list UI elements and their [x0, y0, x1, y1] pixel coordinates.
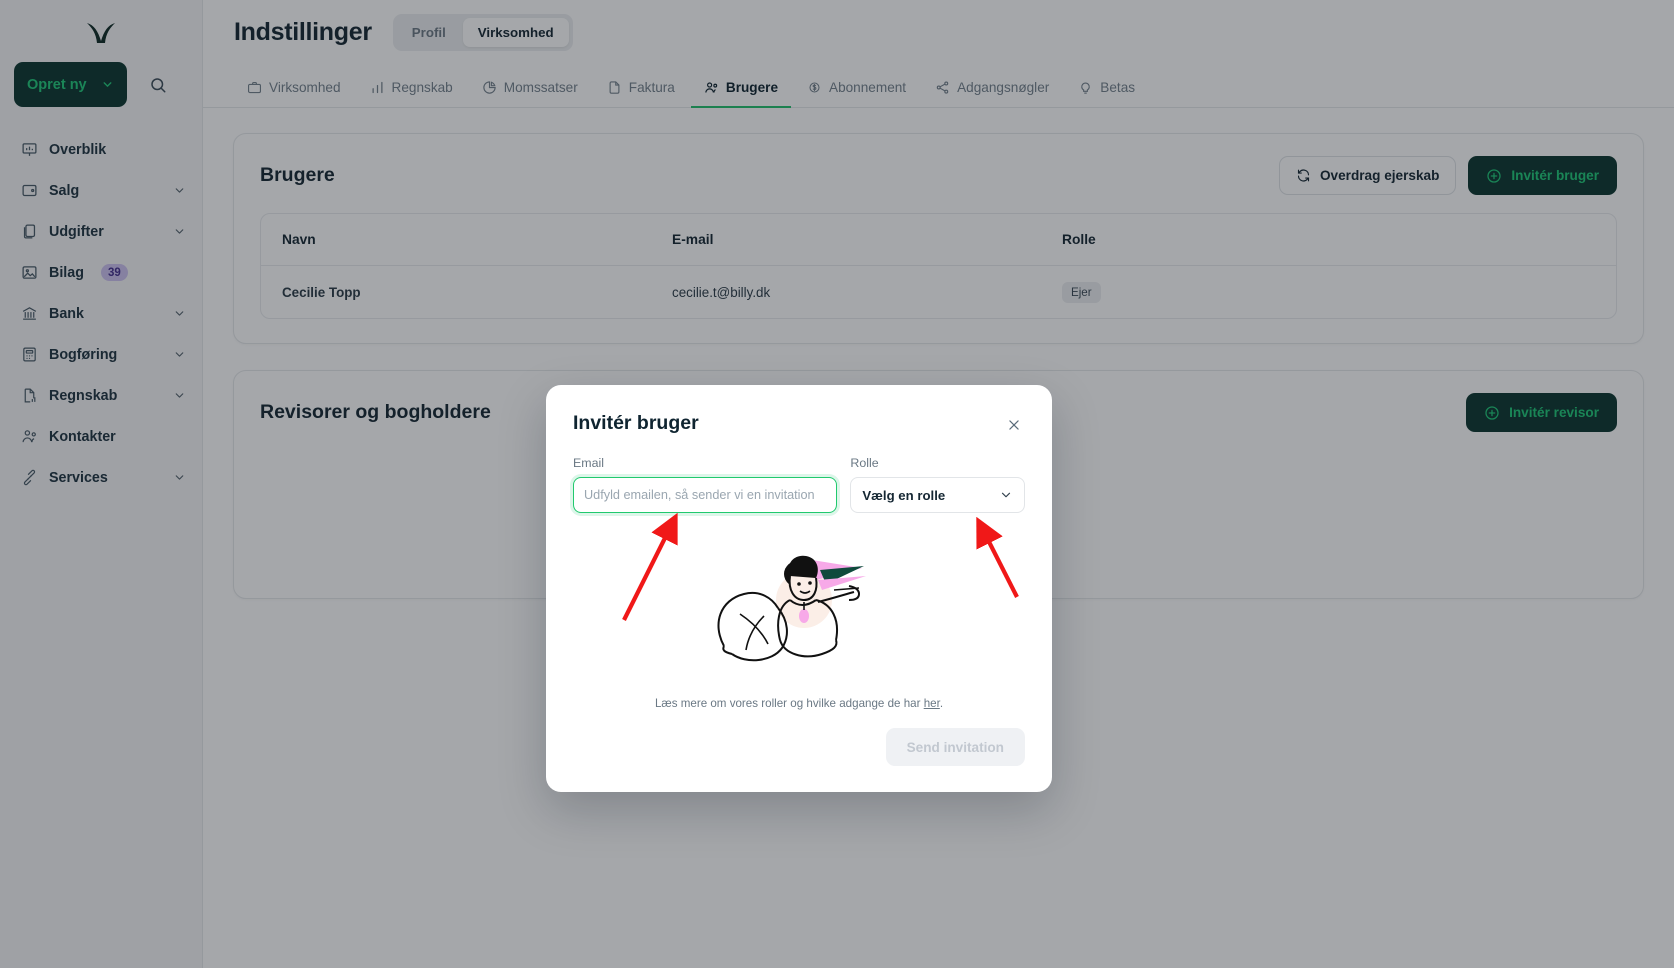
invite-user-modal: Invitér bruger Email Rolle Vælg en rolle [546, 385, 1052, 792]
email-label: Email [573, 456, 604, 470]
invite-form: Email Rolle Vælg en rolle [573, 456, 1025, 513]
roles-help-link[interactable]: her [924, 697, 940, 710]
close-icon[interactable] [1003, 414, 1025, 436]
role-select[interactable]: Vælg en rolle [850, 477, 1025, 513]
role-label: Rolle [850, 456, 879, 470]
role-select-value: Vælg en rolle [862, 487, 946, 503]
send-invitation-button[interactable]: Send invitation [885, 728, 1025, 766]
roles-help-text: Læs mere om vores roller og hvilke adgan… [654, 697, 924, 710]
email-input[interactable] [573, 477, 838, 513]
role-field-group: Rolle Vælg en rolle [850, 456, 1025, 513]
app-root: Opret ny Overblik Salg Udgifter Bilag 39… [0, 0, 1674, 968]
modal-footer: Send invitation [573, 728, 1025, 766]
roles-help-note: Læs mere om vores roller og hvilke adgan… [573, 697, 1025, 710]
roles-help-suffix: . [939, 697, 944, 710]
email-field-group: Email [573, 456, 838, 513]
chevron-down-icon [999, 488, 1013, 502]
modal-header: Invitér bruger [573, 412, 1025, 436]
modal-title: Invitér bruger [573, 412, 699, 434]
person-sending-paper-plane-illustration [573, 519, 1025, 687]
